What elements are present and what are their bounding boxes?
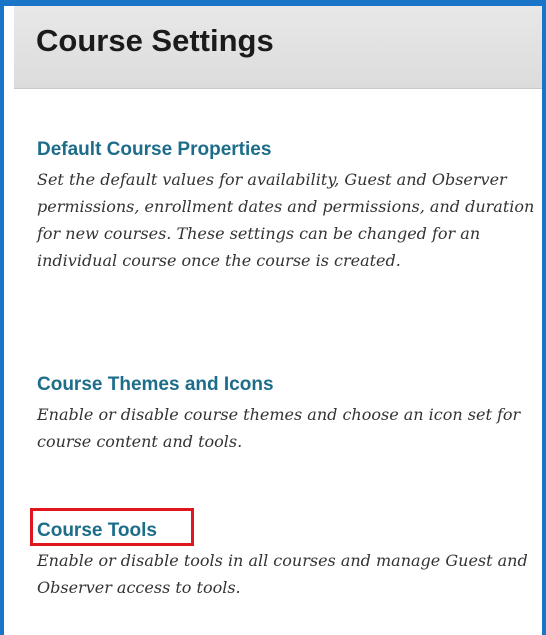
section-default-course-properties: Default Course Properties Set the defaul… bbox=[37, 138, 537, 274]
default-course-properties-link[interactable]: Default Course Properties bbox=[37, 138, 271, 162]
course-themes-and-icons-link[interactable]: Course Themes and Icons bbox=[37, 373, 274, 397]
section-course-tools: Course Tools Enable or disable tools in … bbox=[37, 519, 537, 601]
course-tools-description: Enable or disable tools in all courses a… bbox=[37, 551, 528, 597]
course-themes-and-icons-description: Enable or disable course themes and choo… bbox=[37, 405, 521, 451]
frame-border-right bbox=[542, 0, 546, 635]
default-course-properties-description: Set the default values for availability,… bbox=[37, 170, 535, 270]
frame-border-left bbox=[0, 0, 4, 635]
section-course-themes-and-icons: Course Themes and Icons Enable or disabl… bbox=[37, 373, 537, 455]
page-header: Course Settings bbox=[14, 6, 542, 89]
course-settings-panel: Course Settings Default Course Propertie… bbox=[0, 0, 546, 635]
course-tools-link[interactable]: Course Tools bbox=[37, 519, 157, 543]
page-title: Course Settings bbox=[36, 23, 274, 58]
